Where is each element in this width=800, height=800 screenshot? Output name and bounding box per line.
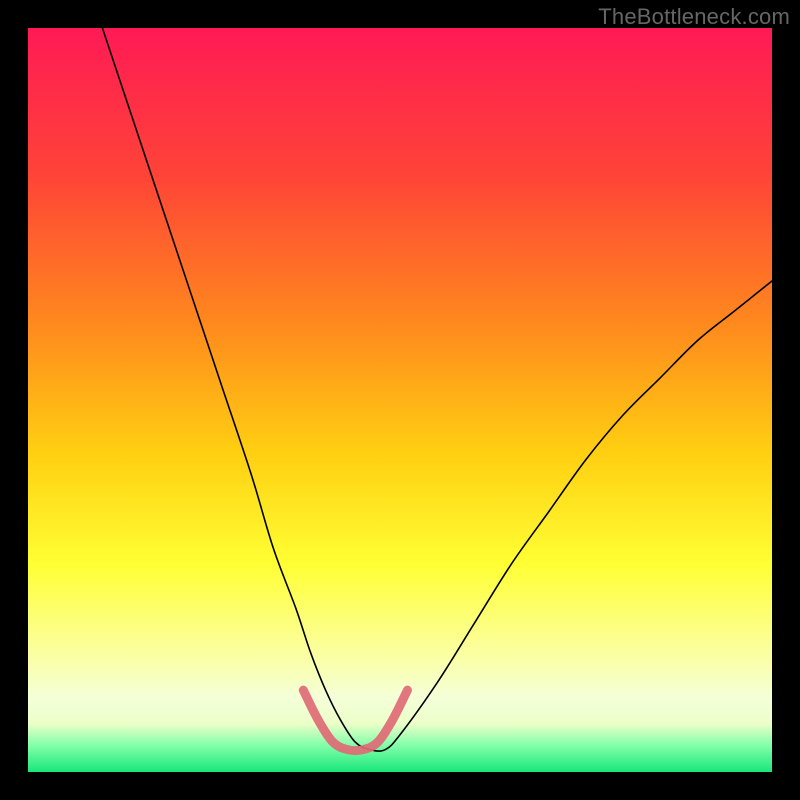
watermark-text: TheBottleneck.com [598, 4, 790, 30]
chart-canvas [28, 28, 772, 772]
plot-area [28, 28, 772, 772]
chart-frame: TheBottleneck.com [0, 0, 800, 800]
